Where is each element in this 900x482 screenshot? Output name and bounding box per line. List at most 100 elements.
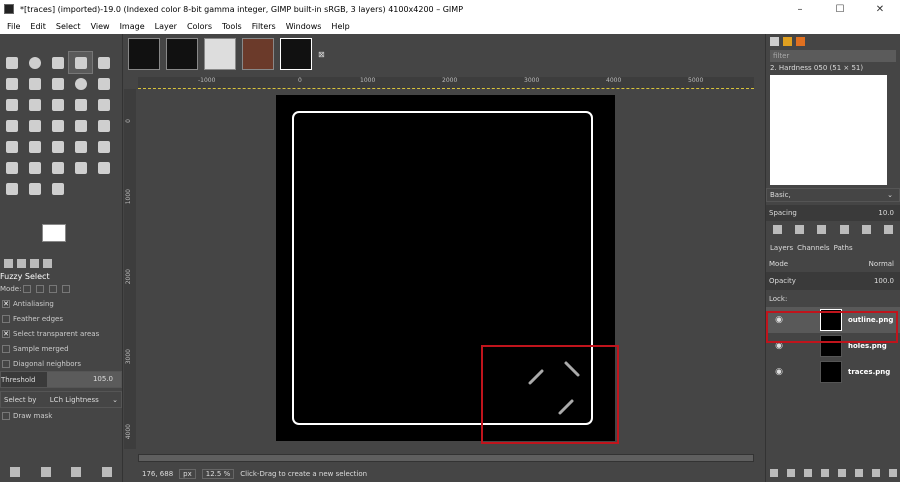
clone-tool[interactable]	[46, 157, 69, 178]
transparent-row[interactable]: ✕ Select transparent areas	[0, 326, 122, 341]
mode-subtract-button[interactable]	[49, 284, 58, 293]
edit-brush-icon[interactable]	[772, 224, 782, 234]
anchor-layer-icon[interactable]	[854, 469, 863, 477]
new-layer-icon[interactable]	[770, 469, 779, 477]
image-tab-4[interactable]	[242, 38, 274, 70]
foreground-color[interactable]	[42, 224, 66, 242]
measure-tool[interactable]	[92, 73, 115, 94]
tab-channels[interactable]: Channels	[797, 244, 829, 252]
fuzzy-select-tool[interactable]	[68, 51, 93, 74]
scissors-select-tool[interactable]	[92, 52, 115, 73]
menu-layer[interactable]: Layer	[150, 22, 182, 31]
airbrush-tool[interactable]	[92, 136, 115, 157]
sample-merged-checkbox[interactable]	[2, 344, 10, 353]
tab-paths[interactable]: Paths	[834, 244, 853, 252]
restore-preset-icon[interactable]	[40, 467, 51, 477]
menu-file[interactable]: File	[2, 22, 25, 31]
draw-mask-checkbox[interactable]	[2, 411, 10, 420]
move-tool[interactable]	[0, 94, 23, 115]
duplicate-brush-icon[interactable]	[817, 224, 827, 234]
spacing-slider[interactable]: Spacing 10.0	[766, 205, 900, 221]
perspective-clone-tool[interactable]	[92, 157, 115, 178]
feather-row[interactable]: Feather edges	[0, 311, 122, 326]
menu-windows[interactable]: Windows	[281, 22, 327, 31]
draw-mask-row[interactable]: Draw mask	[0, 408, 122, 423]
horizontal-scrollbar[interactable]	[138, 454, 754, 462]
delete-brush-icon[interactable]	[839, 224, 849, 234]
diagonal-checkbox[interactable]	[2, 359, 10, 368]
tab-layers[interactable]: Layers	[770, 244, 793, 252]
bucket-fill-tool[interactable]	[0, 136, 23, 157]
perspective-tool[interactable]	[46, 115, 69, 136]
brush-preset-dropdown[interactable]: Basic, ⌄	[766, 188, 900, 202]
image-tab-3[interactable]	[204, 38, 236, 70]
dodge-burn-tool[interactable]	[46, 178, 69, 199]
new-brush-icon[interactable]	[794, 224, 804, 234]
layer-mode-dropdown[interactable]: Normal	[869, 260, 894, 268]
diagonal-row[interactable]: Diagonal neighbors	[0, 356, 122, 371]
mypaint-brush-tool[interactable]	[23, 157, 46, 178]
brush-filter-input[interactable]: filter	[770, 50, 896, 62]
menu-filters[interactable]: Filters	[247, 22, 281, 31]
mode-add-button[interactable]	[36, 284, 45, 293]
delete-layer-icon[interactable]	[888, 469, 897, 477]
device-status-tab-icon[interactable]	[17, 258, 26, 268]
eye-icon[interactable]: ◉	[768, 367, 790, 377]
color-picker-tool[interactable]	[46, 73, 69, 94]
mode-replace-button[interactable]	[23, 284, 32, 293]
paintbrush-tool[interactable]	[46, 136, 69, 157]
layer-row-traces[interactable]: ◉ traces.png	[766, 359, 900, 385]
flip-tool[interactable]	[23, 115, 46, 136]
menu-tools[interactable]: Tools	[217, 22, 247, 31]
image-tab-5[interactable]	[280, 38, 312, 70]
gradient-tool[interactable]	[23, 136, 46, 157]
duplicate-layer-icon[interactable]	[837, 469, 846, 477]
heal-tool[interactable]	[69, 157, 92, 178]
patterns-tab-icon[interactable]	[783, 36, 792, 46]
mode-intersect-button[interactable]	[62, 284, 71, 293]
tool-options-tab-icon[interactable]	[4, 258, 13, 268]
antialiasing-row[interactable]: ✕ Antialiasing	[0, 296, 122, 311]
fonts-tab-icon[interactable]	[796, 36, 805, 46]
smudge-tool[interactable]	[23, 178, 46, 199]
minimize-button[interactable]: –	[780, 0, 820, 18]
menu-image[interactable]: Image	[115, 22, 150, 31]
foreground-select-tool[interactable]	[23, 73, 46, 94]
free-select-tool[interactable]	[46, 52, 69, 73]
menu-help[interactable]: Help	[326, 22, 354, 31]
images-tab-icon[interactable]	[43, 258, 52, 268]
menu-colors[interactable]: Colors	[182, 22, 217, 31]
3d-transform-tool[interactable]	[92, 115, 115, 136]
antialiasing-checkbox[interactable]: ✕	[2, 299, 10, 308]
select-by-dropdown[interactable]: Select by LCh Lightness ⌄	[0, 391, 122, 408]
crop-tool[interactable]	[0, 73, 23, 94]
menu-edit[interactable]: Edit	[25, 22, 51, 31]
menu-select[interactable]: Select	[51, 22, 86, 31]
close-button[interactable]: ✕	[860, 0, 900, 18]
reset-icon[interactable]	[101, 467, 112, 477]
lower-layer-icon[interactable]	[821, 469, 830, 477]
mask-layer-icon[interactable]	[871, 469, 880, 477]
eraser-tool[interactable]	[69, 136, 92, 157]
text-tool[interactable]	[92, 94, 115, 115]
image-tab-2[interactable]	[166, 38, 198, 70]
menu-view[interactable]: View	[86, 22, 115, 31]
raise-layer-icon[interactable]	[804, 469, 813, 477]
transparent-checkbox[interactable]: ✕	[2, 329, 10, 338]
unified-transform-tool[interactable]	[69, 115, 92, 136]
sample-merged-row[interactable]: Sample merged	[0, 341, 122, 356]
close-tab-icon[interactable]: ⊠	[318, 50, 325, 59]
ink-tool[interactable]	[0, 157, 23, 178]
threshold-slider[interactable]: Threshold 105.0	[0, 371, 122, 388]
align-tool[interactable]	[23, 94, 46, 115]
rect-select-tool[interactable]	[0, 52, 23, 73]
delete-preset-icon[interactable]	[71, 467, 82, 477]
zoom-tool[interactable]	[69, 73, 92, 94]
refresh-brush-icon[interactable]	[861, 224, 871, 234]
threshold-value[interactable]: 105.0	[47, 372, 121, 387]
brush-grid[interactable]	[770, 75, 887, 185]
layer-opacity-slider[interactable]: Opacity 100.0	[766, 272, 900, 290]
feather-checkbox[interactable]	[2, 314, 10, 323]
new-group-icon[interactable]	[787, 469, 796, 477]
undo-history-tab-icon[interactable]	[30, 258, 39, 268]
